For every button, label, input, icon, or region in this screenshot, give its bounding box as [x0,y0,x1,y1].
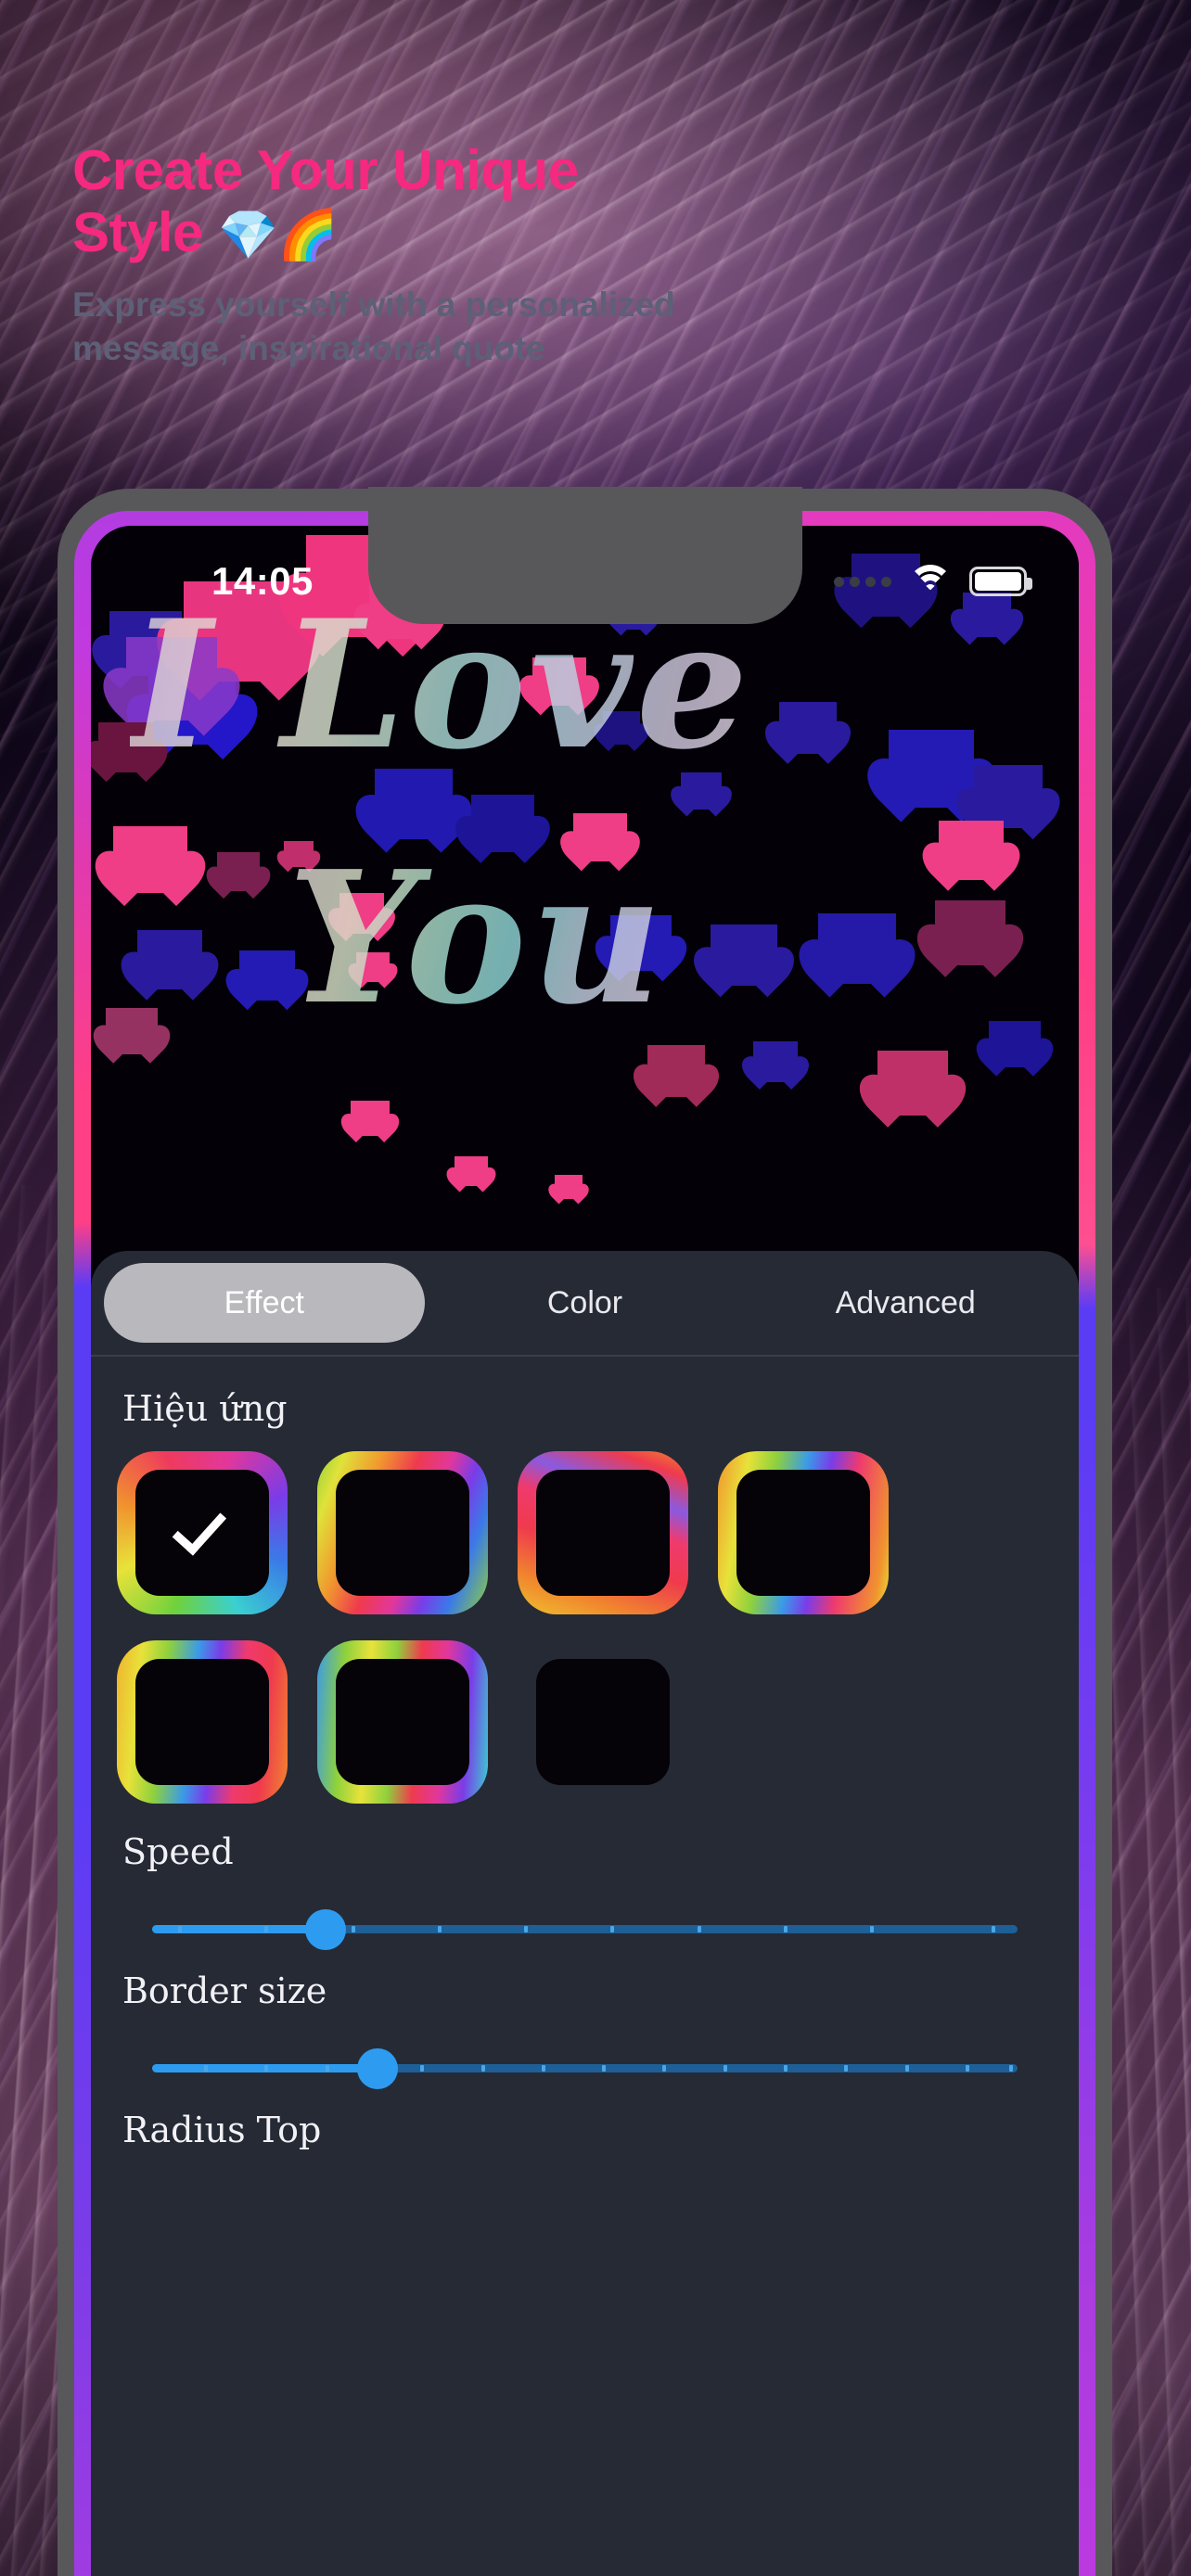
effect-swatch-rainbow-glow-5[interactable] [117,1640,288,1804]
effect-swatch-inner [135,1659,269,1785]
effect-swatch-grid [117,1451,1053,1806]
heart-icon [989,1021,1041,1067]
status-bar-clock: 14:05 [211,559,314,603]
heart-icon [555,1175,583,1199]
heart-icon [217,852,260,891]
heart-icon [647,1045,705,1097]
heart-icon [106,1008,158,1054]
effect-swatch-inner [536,1659,670,1785]
signal-dots-icon [834,576,891,587]
heart-icon [939,821,1004,880]
heart-icon [877,1051,948,1116]
check-icon [172,1499,227,1556]
effect-swatch-inner [736,1470,870,1596]
phone-notch [367,487,802,624]
heart-icon [779,702,837,754]
effect-swatch-rainbow-glow-2[interactable] [317,1451,488,1614]
editor-sheet: Effect Color Advanced Hiệu ứng Speed Bor… [91,1251,1079,2576]
effect-swatch-rainbow-glow-6[interactable] [317,1640,488,1804]
slider-ticks [152,2065,1018,2072]
status-bar-indicators [834,565,1032,598]
speed-slider-label: Speed [122,1831,234,1872]
heart-icon [818,913,896,984]
phone-mockup: I Love You 14:05 Effect Color Advanced H… [58,487,1112,2576]
border-size-slider-label: Border size [122,1970,327,2011]
tab-effect[interactable]: Effect [104,1263,425,1343]
phone-screen: I Love You 14:05 Effect Color Advanced H… [91,526,1079,2576]
promo-subhead: Express yourself with a personalized mes… [72,286,675,367]
effect-swatch-inner [336,1659,469,1785]
heart-icon [711,925,777,986]
slider-thumb[interactable] [356,2048,398,2089]
wifi-icon [908,565,953,598]
promo-headline: Create Your Unique Style 💎🌈 [72,139,722,263]
battery-full-icon [969,567,1032,596]
heart-icon [753,1041,798,1082]
heart-icon [137,930,202,989]
screenshot-root: Create Your Unique Style 💎🌈 Express your… [0,0,1191,2576]
heart-icon [935,900,1005,965]
effect-swatch-inner [336,1470,469,1596]
heart-icon [113,826,187,893]
effects-section-label: Hiệu ứng [122,1388,288,1429]
effect-swatch-rainbow-glow-4[interactable] [718,1451,889,1614]
tab-color[interactable]: Color [425,1263,746,1343]
slider-thumb[interactable] [304,1909,346,1950]
effect-swatch-rainbow-glow-3[interactable] [518,1451,688,1614]
heart-icon [974,765,1043,828]
tab-advanced[interactable]: Advanced [745,1263,1066,1343]
slider-ticks [152,1926,1018,1932]
diamond-rainbow-emoji: 💎🌈 [218,209,339,263]
wallpaper-preview[interactable]: I Love You 14:05 [91,526,1079,1277]
heart-icon [351,1101,390,1136]
border-size-slider[interactable] [152,2048,1018,2089]
effect-swatch-no-effect[interactable] [516,1640,688,1806]
effect-swatch-inner [536,1470,670,1596]
radius-top-label: Radius Top [122,2110,322,2150]
promo-text-block: Create Your Unique Style 💎🌈 Express your… [72,139,1093,370]
wallpaper-line-2: You [288,832,667,1045]
heart-icon [455,1156,488,1186]
effect-swatch-inner [135,1470,269,1596]
speed-slider[interactable] [152,1909,1018,1950]
effect-swatch-rainbow-glow-1[interactable] [117,1451,288,1614]
editor-body: Hiệu ứng Speed Border size Radius Top [91,1357,1079,2576]
editor-tabbar: Effect Color Advanced [91,1251,1079,1355]
heart-icon [239,950,295,1001]
